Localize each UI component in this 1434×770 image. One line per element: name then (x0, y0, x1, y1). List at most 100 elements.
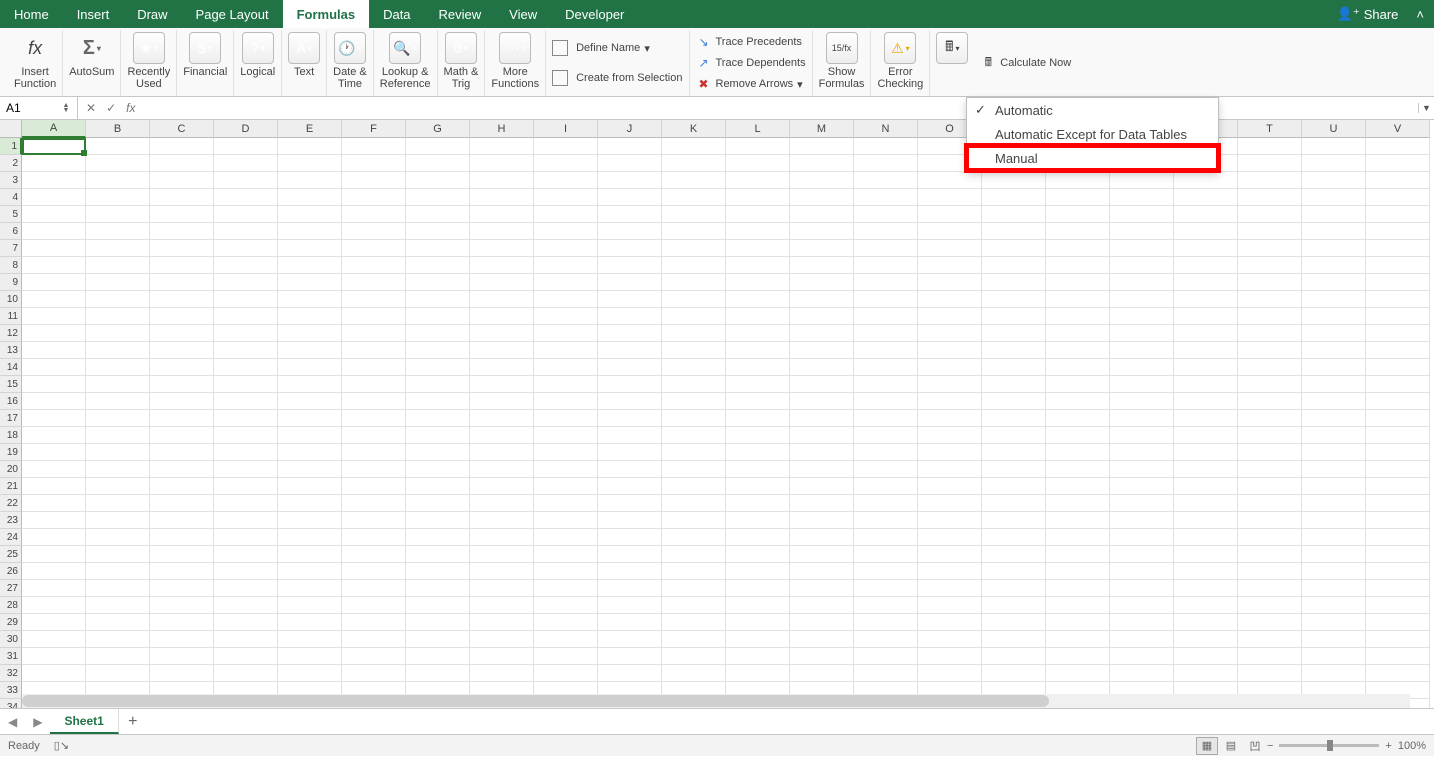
cell[interactable] (1110, 512, 1174, 529)
cell[interactable] (406, 172, 470, 189)
cell[interactable] (150, 461, 214, 478)
cell[interactable] (278, 529, 342, 546)
column-header-G[interactable]: G (406, 120, 470, 138)
cell[interactable] (1110, 614, 1174, 631)
cell[interactable] (1110, 427, 1174, 444)
cell[interactable] (342, 308, 406, 325)
cell[interactable] (982, 529, 1046, 546)
cell[interactable] (22, 274, 86, 291)
cell[interactable] (662, 665, 726, 682)
cell[interactable] (1046, 240, 1110, 257)
cell[interactable] (470, 614, 534, 631)
cell[interactable] (1110, 563, 1174, 580)
cell[interactable] (598, 495, 662, 512)
cell[interactable] (1046, 427, 1110, 444)
cell[interactable] (86, 461, 150, 478)
cell[interactable] (1174, 223, 1238, 240)
cell[interactable] (214, 172, 278, 189)
cell[interactable] (1046, 359, 1110, 376)
cell[interactable] (534, 308, 598, 325)
cell[interactable] (1174, 189, 1238, 206)
cell[interactable] (278, 427, 342, 444)
cell[interactable] (342, 274, 406, 291)
cell[interactable] (598, 427, 662, 444)
cell[interactable] (1366, 648, 1430, 665)
cell[interactable] (598, 376, 662, 393)
cell[interactable] (662, 240, 726, 257)
fx-icon[interactable]: fx (126, 101, 135, 115)
cell[interactable] (854, 461, 918, 478)
cell[interactable] (726, 325, 790, 342)
cell[interactable] (790, 257, 854, 274)
enter-icon[interactable]: ✓ (106, 101, 116, 115)
cell[interactable] (214, 512, 278, 529)
cell[interactable] (790, 427, 854, 444)
cell[interactable] (918, 325, 982, 342)
cell[interactable] (1238, 325, 1302, 342)
cell[interactable] (726, 240, 790, 257)
cell[interactable] (406, 274, 470, 291)
cell[interactable] (22, 580, 86, 597)
cell[interactable] (1046, 172, 1110, 189)
cell[interactable] (342, 427, 406, 444)
cell[interactable] (534, 512, 598, 529)
cell[interactable] (726, 172, 790, 189)
cell[interactable] (470, 359, 534, 376)
row-header-25[interactable]: 25 (0, 546, 22, 563)
cell[interactable] (214, 444, 278, 461)
row-header-8[interactable]: 8 (0, 257, 22, 274)
cell[interactable] (1366, 495, 1430, 512)
cell[interactable] (214, 427, 278, 444)
cell[interactable] (470, 257, 534, 274)
column-header-V[interactable]: V (1366, 120, 1430, 138)
cell[interactable] (854, 631, 918, 648)
cell[interactable] (342, 240, 406, 257)
cell[interactable] (1046, 529, 1110, 546)
cell[interactable] (1046, 580, 1110, 597)
cell[interactable] (470, 138, 534, 155)
cell[interactable] (150, 444, 214, 461)
cell[interactable] (662, 580, 726, 597)
cell[interactable] (726, 189, 790, 206)
cell[interactable] (278, 155, 342, 172)
cell[interactable] (406, 495, 470, 512)
cell[interactable] (214, 665, 278, 682)
cell[interactable] (598, 563, 662, 580)
cell[interactable] (86, 665, 150, 682)
cell[interactable] (1110, 461, 1174, 478)
cell[interactable] (470, 223, 534, 240)
cell[interactable] (1366, 427, 1430, 444)
macro-record-icon[interactable]: ▯↘ (54, 739, 69, 752)
cell[interactable] (1302, 325, 1366, 342)
remove-arrows-button[interactable]: ✖ Remove Arrows ▾ (694, 75, 808, 94)
cell[interactable] (86, 155, 150, 172)
cell[interactable] (470, 189, 534, 206)
cell[interactable] (534, 563, 598, 580)
cell[interactable] (598, 342, 662, 359)
formula-input[interactable] (143, 97, 1418, 119)
cell[interactable] (214, 274, 278, 291)
cell[interactable] (534, 155, 598, 172)
cell[interactable] (214, 546, 278, 563)
cell[interactable] (726, 206, 790, 223)
cell[interactable] (86, 393, 150, 410)
cell[interactable] (790, 597, 854, 614)
cell[interactable] (86, 614, 150, 631)
cell[interactable] (726, 359, 790, 376)
cell[interactable] (982, 444, 1046, 461)
cell[interactable] (918, 223, 982, 240)
cell[interactable] (214, 359, 278, 376)
cell[interactable] (1238, 172, 1302, 189)
cell[interactable] (22, 631, 86, 648)
cell[interactable] (1366, 155, 1430, 172)
row-header-12[interactable]: 12 (0, 325, 22, 342)
cell[interactable] (1366, 631, 1430, 648)
cell[interactable] (22, 325, 86, 342)
math-trig-button[interactable]: θ▾ Math &Trig (438, 30, 486, 96)
cell[interactable] (214, 240, 278, 257)
cell[interactable] (598, 580, 662, 597)
cell[interactable] (86, 410, 150, 427)
cell[interactable] (918, 427, 982, 444)
cell[interactable] (598, 410, 662, 427)
cell[interactable] (726, 648, 790, 665)
